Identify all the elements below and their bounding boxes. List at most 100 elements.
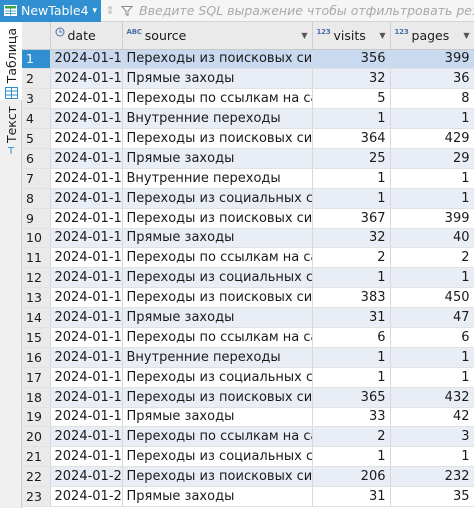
visits-cell[interactable]: 25 [312, 148, 391, 169]
filter-icon[interactable] [121, 5, 134, 17]
row-number-cell[interactable]: 2 [22, 68, 51, 90]
visits-cell[interactable]: 1 [312, 347, 391, 368]
date-cell[interactable]: 2024-01-19 [50, 446, 123, 468]
table-row[interactable]: 122024-01-17Переходы из социальных сетей… [22, 267, 474, 289]
pages-cell[interactable]: 1 [390, 446, 474, 468]
row-number-cell[interactable]: 15 [22, 327, 51, 348]
table-row[interactable]: 192024-01-19Прямые заходы3342 [22, 407, 474, 428]
tab-table[interactable]: Таблица [0, 22, 22, 100]
date-cell[interactable]: 2024-01-19 [50, 387, 123, 408]
date-cell[interactable]: 2024-01-18 [50, 327, 123, 348]
source-cell[interactable]: Переходы из поисковых систем [122, 208, 313, 229]
pages-cell[interactable]: 450 [390, 287, 474, 309]
table-row[interactable]: 132024-01-18Переходы из поисковых систем… [22, 287, 474, 309]
pages-cell[interactable]: 1 [390, 367, 474, 388]
table-row[interactable]: 142024-01-18Прямые заходы3147 [22, 307, 474, 328]
table-row[interactable]: 212024-01-19Переходы из социальных сетей… [22, 446, 474, 468]
date-cell[interactable]: 2024-01-18 [50, 347, 123, 368]
pages-cell[interactable]: 1 [390, 168, 474, 189]
row-number-cell[interactable]: 13 [22, 287, 51, 309]
visits-cell[interactable]: 1 [312, 168, 391, 189]
table-name-tab[interactable]: NewTable4 ▾ [0, 0, 102, 22]
table-row[interactable]: 202024-01-19Переходы по ссылкам на сайта… [22, 426, 474, 448]
visits-cell[interactable]: 1 [312, 188, 391, 209]
source-cell[interactable]: Переходы из поисковых систем [122, 49, 313, 70]
pages-cell[interactable]: 40 [390, 228, 474, 249]
visits-cell[interactable]: 33 [312, 407, 391, 428]
date-cell[interactable]: 2024-01-15 [50, 68, 123, 90]
visits-cell[interactable]: 383 [312, 287, 391, 309]
visits-cell[interactable]: 6 [312, 327, 391, 348]
visits-cell[interactable]: 32 [312, 228, 391, 249]
table-row[interactable]: 52024-01-16Переходы из поисковых систем3… [22, 128, 474, 149]
visits-cell[interactable]: 1 [312, 367, 391, 388]
table-row[interactable]: 62024-01-16Прямые заходы2529 [22, 148, 474, 169]
visits-cell[interactable]: 1 [312, 267, 391, 289]
pages-cell[interactable]: 399 [390, 49, 474, 70]
table-row[interactable]: 32024-01-15Переходы по ссылкам на сайтах… [22, 88, 474, 110]
table-row[interactable]: 232024-01-20Прямые заходы3135 [22, 486, 474, 507]
source-cell[interactable]: Внутренние переходы [122, 347, 313, 368]
date-cell[interactable]: 2024-01-17 [50, 267, 123, 289]
row-number-cell[interactable]: 5 [22, 128, 51, 149]
row-number-cell[interactable]: 8 [22, 188, 51, 209]
table-row[interactable]: 42024-01-15Внутренние переходы11 [22, 108, 474, 130]
date-cell[interactable]: 2024-01-15 [50, 49, 123, 70]
visits-cell[interactable]: 2 [312, 426, 391, 448]
row-number-cell[interactable]: 20 [22, 426, 51, 448]
source-cell[interactable]: Внутренние переходы [122, 108, 313, 130]
pages-cell[interactable]: 429 [390, 128, 474, 149]
pages-cell[interactable]: 35 [390, 486, 474, 507]
table-row[interactable]: 222024-01-20Переходы из поисковых систем… [22, 466, 474, 488]
pages-cell[interactable]: 29 [390, 148, 474, 169]
source-cell[interactable]: Переходы по ссылкам на сайтах [122, 247, 313, 269]
row-number-cell[interactable]: 9 [22, 208, 51, 229]
row-number-cell[interactable]: 17 [22, 367, 51, 388]
visits-cell[interactable]: 1 [312, 446, 391, 468]
source-cell[interactable]: Переходы по ссылкам на сайтах [122, 426, 313, 448]
chevron-down-icon[interactable]: ▾ [93, 6, 98, 16]
visits-cell[interactable]: 356 [312, 49, 391, 70]
table-row[interactable]: 72024-01-16Внутренние переходы11 [22, 168, 474, 189]
pages-cell[interactable]: 42 [390, 407, 474, 428]
column-header-source[interactable]: ABC source ▼ [122, 22, 313, 50]
column-header-pages[interactable]: 123 pages ▼ [390, 22, 474, 50]
row-number-cell[interactable]: 22 [22, 466, 51, 488]
visits-cell[interactable]: 32 [312, 68, 391, 90]
date-cell[interactable]: 2024-01-19 [50, 426, 123, 448]
table-row[interactable]: 112024-01-17Переходы по ссылкам на сайта… [22, 247, 474, 269]
date-cell[interactable]: 2024-01-15 [50, 88, 123, 110]
visits-cell[interactable]: 31 [312, 307, 391, 328]
pages-cell[interactable]: 36 [390, 68, 474, 90]
date-cell[interactable]: 2024-01-20 [50, 486, 123, 507]
source-cell[interactable]: Переходы по ссылкам на сайтах [122, 327, 313, 348]
pages-cell[interactable]: 47 [390, 307, 474, 328]
sort-icon[interactable]: ▼ [379, 31, 385, 40]
source-cell[interactable]: Переходы из социальных сетей [122, 188, 313, 209]
date-cell[interactable]: 2024-01-17 [50, 208, 123, 229]
row-number-header[interactable] [22, 22, 51, 50]
pages-cell[interactable]: 432 [390, 387, 474, 408]
source-cell[interactable]: Переходы из социальных сетей [122, 267, 313, 289]
date-cell[interactable]: 2024-01-16 [50, 148, 123, 169]
source-cell[interactable]: Переходы из поисковых систем [122, 128, 313, 149]
table-row[interactable]: 22024-01-15Прямые заходы3236 [22, 68, 474, 90]
visits-cell[interactable]: 2 [312, 247, 391, 269]
column-header-visits[interactable]: 123 visits ▼ [312, 22, 391, 50]
tab-text[interactable]: Текст T [0, 106, 22, 174]
table-row[interactable]: 172024-01-18Переходы из социальных сетей… [22, 367, 474, 388]
date-cell[interactable]: 2024-01-17 [50, 228, 123, 249]
pages-cell[interactable]: 2 [390, 247, 474, 269]
date-cell[interactable]: 2024-01-20 [50, 466, 123, 488]
pages-cell[interactable]: 8 [390, 88, 474, 110]
date-cell[interactable]: 2024-01-18 [50, 367, 123, 388]
table-row[interactable]: 152024-01-18Переходы по ссылкам на сайта… [22, 327, 474, 348]
column-header-date[interactable]: date [50, 22, 123, 50]
date-cell[interactable]: 2024-01-17 [50, 247, 123, 269]
date-cell[interactable]: 2024-01-18 [50, 307, 123, 328]
row-number-cell[interactable]: 21 [22, 446, 51, 468]
date-cell[interactable]: 2024-01-15 [50, 108, 123, 130]
source-cell[interactable]: Внутренние переходы [122, 168, 313, 189]
source-cell[interactable]: Прямые заходы [122, 486, 313, 507]
pages-cell[interactable]: 399 [390, 208, 474, 229]
